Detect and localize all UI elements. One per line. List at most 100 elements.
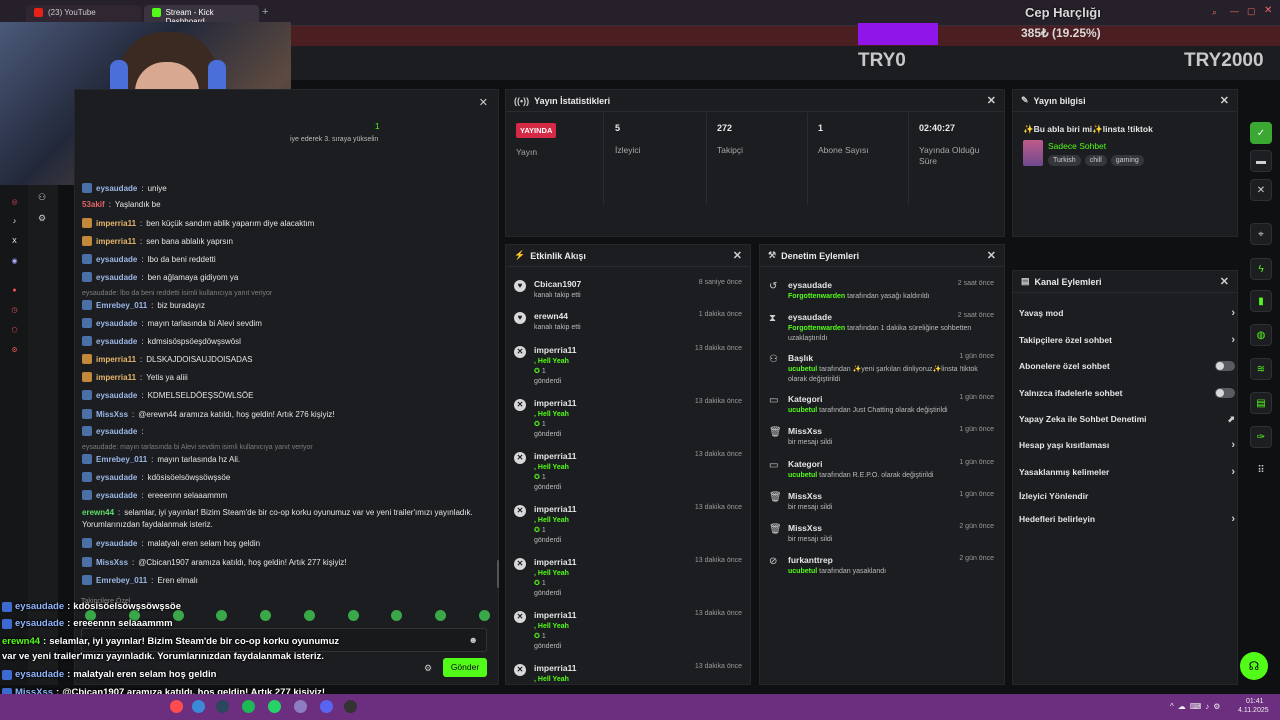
wrench-icon[interactable]: ✑ [1250, 426, 1272, 448]
username[interactable]: eysaudade [96, 184, 137, 193]
event-user[interactable]: imperria11 [534, 398, 577, 408]
x-icon[interactable]: X [9, 236, 20, 247]
event-user[interactable]: imperria11 [534, 345, 577, 355]
event-user[interactable]: Cbican1907 [534, 279, 581, 289]
whatsapp-icon[interactable] [268, 700, 281, 713]
shield-icon[interactable]: ⬡ [9, 325, 20, 336]
discord-icon[interactable]: ◉ [9, 256, 20, 267]
event-user[interactable]: imperria11 [534, 557, 577, 567]
emote-icon[interactable] [347, 610, 359, 621]
username[interactable]: MissXss [96, 558, 128, 567]
chat-message[interactable]: eysaudade: mayın tarlasında bi Alevi sev… [82, 444, 313, 451]
moderator-name[interactable]: Forgottenwarden [788, 293, 845, 300]
channel-action-item[interactable]: Yasaklanmış kelimeler › [1013, 459, 1241, 485]
username[interactable]: eysaudade [96, 539, 137, 548]
channel-action-item[interactable]: Abonelere özel sohbet [1013, 353, 1241, 379]
close-info-icon[interactable]: ✕ [1220, 94, 1229, 107]
moderation-target[interactable]: Kategori [788, 394, 822, 404]
chat-input-settings-icon[interactable]: ⚙ [424, 663, 432, 674]
clipboard-icon[interactable]: ▮ [1250, 290, 1272, 312]
moderation-target[interactable]: MissXss [788, 491, 822, 501]
username[interactable]: eysaudade [96, 491, 137, 500]
chat-message[interactable]: eysaudade: [82, 426, 148, 436]
close-moderation-icon[interactable]: ✕ [987, 249, 996, 262]
activity-event[interactable]: ✕ imperria11 13 dakika önce, Hell Yeah ✪ 1 … [506, 341, 750, 393]
emote-icon[interactable] [435, 610, 447, 621]
close-channel-actions-icon[interactable]: ✕ [1220, 275, 1229, 288]
clock-icon[interactable]: ◷ [9, 305, 20, 316]
chat-message[interactable]: eysaudade: ereeennn selaaammm [82, 490, 227, 500]
event-user[interactable]: imperria11 [534, 610, 577, 620]
activity-event[interactable]: ✕ imperria11 13 dakika önce, Hell Yeah ✪ 1 … [506, 553, 750, 605]
tray-icons[interactable]: ^☁⌨♪⚙ [1170, 702, 1224, 711]
channel-action-item[interactable]: Takipçilere özel sohbet › [1013, 327, 1241, 353]
moderation-item[interactable]: ⧗ eysaudade 2 saat önce Forgottenwarden tar… [760, 309, 1004, 347]
tab-kick-dashboard[interactable]: Stream - Kick Dashboard [144, 5, 259, 26]
chat-scrollbar[interactable] [497, 560, 499, 588]
obs-icon[interactable] [344, 700, 357, 713]
moderator-name[interactable]: ucubetul [788, 407, 817, 414]
instagram-icon[interactable]: ◎ [9, 197, 20, 208]
chat-message[interactable]: Emrebey_011: Eren elmalı [82, 575, 198, 585]
emote-icon[interactable] [303, 610, 315, 621]
discord-taskbar-icon[interactable] [320, 700, 333, 713]
share-icon[interactable]: ⠿ [1250, 459, 1272, 481]
emote-icon[interactable] [478, 610, 490, 621]
username[interactable]: eysaudade [96, 319, 137, 328]
chat-message[interactable]: 53akif: Yaşlandık be [82, 200, 161, 209]
chat-message[interactable]: Yorumlarınızdan faydalanmak isteriz. [82, 520, 213, 529]
chat-message[interactable]: erewn44: selamlar, iyi yayınlar! Bizim St… [82, 508, 473, 517]
username[interactable]: imperria11 [96, 219, 136, 228]
activity-event[interactable]: ✕ imperria11 13 dakika önce , Hell Yeah [506, 659, 750, 684]
emote-icon[interactable] [391, 610, 403, 621]
steam-icon[interactable] [216, 700, 229, 713]
username[interactable]: eysaudade [96, 391, 137, 400]
chat-message[interactable]: imperria11: Yetis ya aliii [82, 372, 188, 382]
minimize-icon[interactable]: — [1230, 6, 1239, 16]
username[interactable]: imperria11 [96, 237, 136, 246]
moderation-target[interactable]: MissXss [788, 426, 822, 436]
chat-message[interactable]: eysaudade: ben ağlamaya gidiyom ya [82, 272, 238, 282]
username[interactable]: eysaudade [96, 337, 137, 346]
chat-message[interactable]: eysaudade: kdösisöelsöwşsöwşsöe [82, 472, 230, 482]
channel-action-item[interactable]: Yavaş mod › [1013, 300, 1241, 326]
close-chat-icon[interactable]: ✕ [479, 96, 488, 109]
chat-message[interactable]: eysaudade: kdmsisöspsöeşdöwşswösl [82, 336, 241, 346]
username[interactable]: eysaudade [96, 427, 137, 436]
close-panel-icon[interactable]: ✕ [1250, 179, 1272, 201]
send-button[interactable]: Gönder [443, 658, 487, 677]
username[interactable]: Emrebey_011 [96, 576, 147, 585]
event-user[interactable]: erewn44 [534, 311, 568, 321]
spotify-icon[interactable] [242, 700, 255, 713]
chat-message[interactable]: MissXss: @Cbican1907 aramıza katıldı, hoş… [82, 557, 347, 567]
stream-title[interactable]: ✨Bu abla biri mi✨linsta !tiktok [1023, 124, 1153, 135]
username[interactable]: Emrebey_011 [96, 455, 147, 464]
users-icon[interactable]: ⚇ [38, 192, 46, 203]
tag-chip[interactable]: gaming [1110, 155, 1144, 166]
search-icon[interactable]: ⌕ [1212, 7, 1217, 18]
chat-message[interactable]: Emrebey_011: biz buradayız [82, 300, 205, 310]
layout-icon[interactable]: ▬ [1250, 150, 1272, 172]
emote-icon[interactable] [216, 610, 228, 621]
toggle-switch[interactable] [1215, 388, 1235, 398]
settings-icon[interactable]: ⚙ [9, 345, 20, 356]
moderation-target[interactable]: Kategori [788, 459, 822, 469]
lightning-tool-icon[interactable]: ϟ [1250, 258, 1272, 280]
event-user[interactable]: imperria11 [534, 451, 577, 461]
chat-message[interactable]: eysaudade: malatyalı eren selam hoş geldi… [82, 538, 260, 548]
channel-action-item[interactable]: Hesap yaşı kısıtlaması › [1013, 432, 1241, 458]
moderation-target[interactable]: eysaudade [788, 312, 832, 322]
chat-message[interactable]: imperria11: sen bana ablalık yaprsın [82, 236, 233, 246]
category-name[interactable]: Sadece Sohbet [1048, 141, 1106, 151]
chat-message[interactable]: eysaudade: lbo da beni reddetti isimli k… [82, 290, 272, 297]
username[interactable]: eysaudade [96, 273, 137, 282]
username[interactable]: MissXss [96, 410, 128, 419]
chat-settings-icon[interactable]: ⚙ [38, 213, 46, 224]
channel-action-item[interactable]: Yalnızca ifadelerle sohbet [1013, 380, 1241, 406]
moderation-target[interactable]: MissXss [788, 523, 822, 533]
activity-event[interactable]: ✕ imperria11 13 dakika önce, Hell Yeah ✪ 1 … [506, 394, 750, 446]
moderator-name[interactable]: Forgottenwarden [788, 325, 845, 332]
moderator-name[interactable]: ucubetul [788, 366, 817, 373]
username[interactable]: 53akif [82, 200, 105, 209]
moderator-name[interactable]: ucubetul [788, 472, 817, 479]
